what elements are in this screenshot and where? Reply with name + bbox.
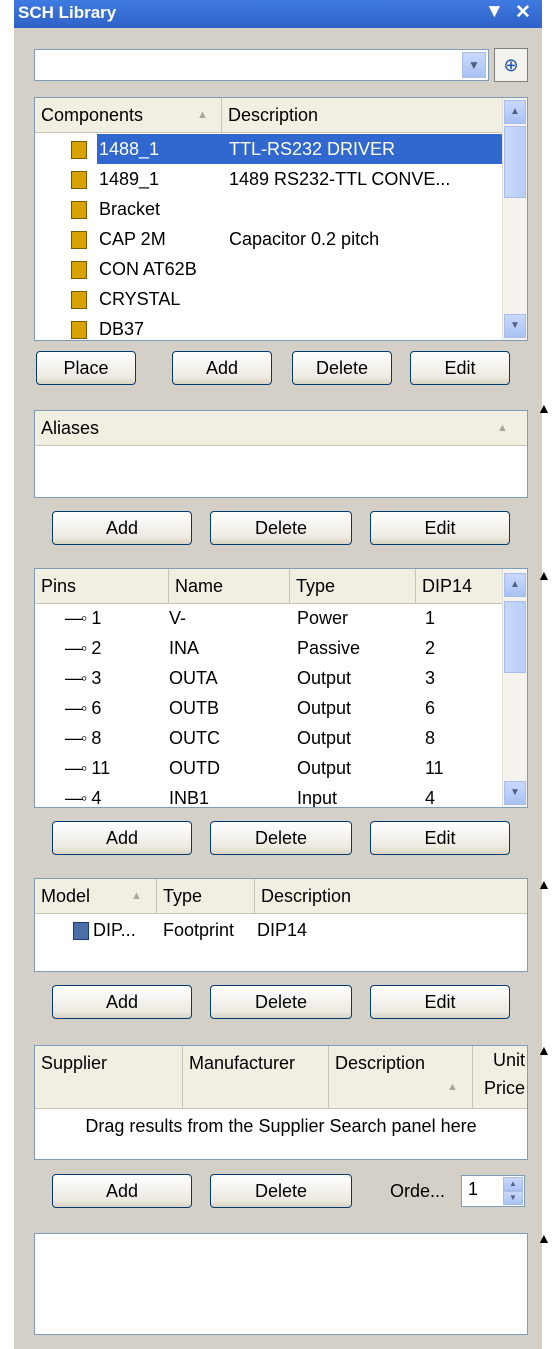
components-header: Components ▲ Description (35, 98, 527, 133)
edit-model-button[interactable]: Edit (370, 985, 510, 1019)
scrollbar-thumb[interactable] (504, 126, 526, 198)
column-header-description[interactable]: Description ▲ (329, 1046, 473, 1108)
component-chip-icon (71, 291, 87, 310)
scroll-up-icon[interactable]: ▲ (504, 100, 526, 124)
spin-up-icon[interactable]: ▲ (503, 1177, 523, 1191)
collapse-section-icon[interactable]: ▲ (537, 1042, 551, 1058)
pin-icon: —◦ (65, 788, 87, 808)
collapse-section-icon[interactable]: ▲ (537, 400, 551, 416)
edit-alias-button[interactable]: Edit (370, 511, 510, 545)
order-quantity-value[interactable]: 1 (468, 1179, 478, 1200)
edit-pin-button[interactable]: Edit (370, 821, 510, 855)
column-header-name[interactable]: Name (169, 569, 290, 603)
column-header-manufacturer[interactable]: Manufacturer (183, 1046, 329, 1108)
pin-icon: —◦ (65, 698, 87, 718)
component-chip-icon (71, 261, 87, 280)
scroll-down-icon[interactable]: ▼ (504, 314, 526, 338)
delete-supplier-button[interactable]: Delete (210, 1174, 352, 1208)
sort-ascending-icon: ▲ (447, 1081, 458, 1093)
aliases-header: Aliases ▲ (35, 411, 527, 446)
pin-icon: —◦ (65, 728, 87, 748)
sch-library-panel: SCH Library ▼ ✕ ▼ ⊕ Components ▲ Descrip… (14, 0, 551, 1349)
collapse-section-icon[interactable]: ▲ (537, 567, 551, 583)
panel-menu-icon[interactable]: ▼ (485, 1, 504, 23)
component-chip-icon (71, 171, 87, 190)
models-header: Model ▲ Type Description (35, 879, 527, 914)
place-button[interactable]: Place (36, 351, 136, 385)
component-chip-icon (71, 141, 87, 160)
order-quantity-label: Orde... (390, 1181, 446, 1201)
pin-icon: —◦ (65, 668, 87, 688)
column-header-pins[interactable]: Pins (35, 569, 169, 603)
sort-ascending-icon: ▲ (497, 422, 508, 434)
component-filter-combo[interactable]: ▼ (34, 49, 489, 81)
column-header-dip14[interactable]: DIP14 (416, 569, 505, 603)
scroll-up-icon[interactable]: ▲ (504, 573, 526, 597)
column-header-type[interactable]: Type (290, 569, 416, 603)
footprint-model-icon (73, 922, 89, 941)
panel-title: SCH Library (18, 3, 117, 22)
aliases-grid: Aliases ▲ (34, 410, 528, 498)
parameters-grid (34, 1233, 528, 1335)
chevron-down-icon[interactable]: ▼ (462, 52, 486, 78)
delete-pin-button[interactable]: Delete (210, 821, 352, 855)
components-scrollbar[interactable]: ▲ ▼ (502, 98, 527, 340)
delete-component-button[interactable]: Delete (292, 351, 392, 385)
pin-icon: —◦ (65, 758, 87, 778)
collapse-section-icon[interactable]: ▲ (537, 1230, 551, 1246)
delete-model-button[interactable]: Delete (210, 985, 352, 1019)
pin-icon: —◦ (65, 638, 87, 658)
components-grid: Components ▲ Description 1488_1 TTL-RS23… (34, 97, 528, 341)
sort-ascending-icon: ▲ (197, 109, 208, 121)
add-supplier-button[interactable]: Add (52, 1174, 192, 1208)
component-chip-icon (71, 321, 87, 340)
models-grid: Model ▲ Type Description DIP... Footprin… (34, 878, 528, 972)
component-chip-icon (71, 231, 87, 250)
scroll-down-icon[interactable]: ▼ (504, 781, 526, 805)
suppliers-header: Supplier Manufacturer Description ▲ Unit… (35, 1046, 527, 1109)
pins-scrollbar[interactable]: ▲ ▼ (502, 569, 527, 807)
sort-ascending-icon: ▲ (131, 890, 142, 902)
edit-component-button[interactable]: Edit (410, 351, 510, 385)
add-component-button[interactable]: Add (172, 351, 272, 385)
spin-down-icon[interactable]: ▼ (503, 1191, 523, 1205)
column-header-components[interactable]: Components ▲ (35, 98, 222, 132)
magnifier-zoom-icon[interactable]: ⊕ (494, 48, 528, 82)
column-header-description[interactable]: Description (222, 98, 505, 132)
column-header-supplier[interactable]: Supplier (35, 1046, 183, 1108)
column-header-aliases[interactable]: Aliases ▲ (35, 411, 527, 445)
pin-icon: —◦ (65, 608, 87, 628)
delete-alias-button[interactable]: Delete (210, 511, 352, 545)
pins-grid: Pins Name Type DIP14 —◦ 1 V- Power 1 —◦ 2 … (34, 568, 528, 808)
panel-title-bar: SCH Library ▼ ✕ (14, 0, 542, 28)
column-header-description[interactable]: Description (255, 879, 527, 913)
suppliers-grid: Supplier Manufacturer Description ▲ Unit… (34, 1045, 528, 1160)
component-chip-icon (71, 201, 87, 220)
column-header-type[interactable]: Type (157, 879, 255, 913)
suppliers-empty-message: Drag results from the Supplier Search pa… (85, 1116, 477, 1136)
close-icon[interactable]: ✕ (515, 1, 531, 24)
pins-header: Pins Name Type DIP14 (35, 569, 527, 604)
scrollbar-thumb[interactable] (504, 601, 526, 673)
add-alias-button[interactable]: Add (52, 511, 192, 545)
order-quantity-spinner[interactable]: 1 ▲ ▼ (461, 1175, 525, 1207)
add-model-button[interactable]: Add (52, 985, 192, 1019)
add-pin-button[interactable]: Add (52, 821, 192, 855)
column-header-unit-price[interactable]: Unit Price (473, 1046, 527, 1108)
column-header-model[interactable]: Model ▲ (35, 879, 157, 913)
collapse-section-icon[interactable]: ▲ (537, 876, 551, 892)
